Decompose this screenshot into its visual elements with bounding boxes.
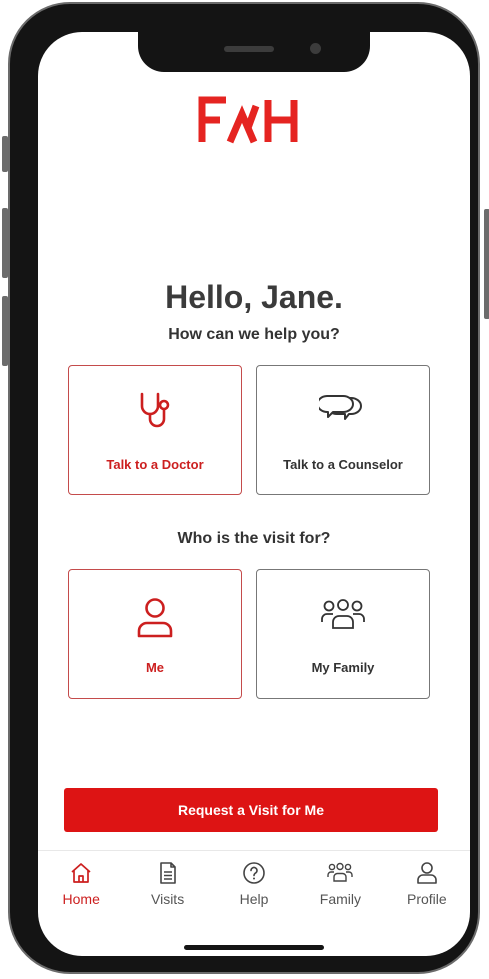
tab-visits[interactable]: Visits bbox=[124, 851, 210, 921]
talk-to-doctor-card[interactable]: Talk to a Doctor bbox=[68, 365, 242, 495]
me-card[interactable]: Me bbox=[68, 569, 242, 699]
group-icon bbox=[327, 862, 354, 882]
tab-family-label: Family bbox=[319, 891, 362, 907]
tab-profile[interactable]: Profile bbox=[384, 851, 470, 921]
visit-for-prompt: Who is the visit for? bbox=[177, 530, 331, 547]
tab-family[interactable]: Family bbox=[297, 851, 383, 921]
person-icon bbox=[137, 598, 173, 638]
tab-home[interactable]: Home bbox=[38, 851, 124, 921]
my-family-label: My Family bbox=[311, 660, 375, 675]
notch bbox=[138, 32, 370, 72]
tab-home-label: Home bbox=[62, 891, 100, 907]
greeting-heading: Hello, Jane. bbox=[165, 279, 343, 315]
tab-help[interactable]: Help bbox=[211, 851, 297, 921]
fah-logo bbox=[198, 96, 298, 144]
talk-to-counselor-label: Talk to a Counselor bbox=[283, 457, 403, 472]
speaker-grille bbox=[224, 46, 274, 52]
document-icon bbox=[159, 862, 176, 884]
home-icon bbox=[71, 863, 91, 883]
person-icon bbox=[417, 862, 437, 884]
talk-to-doctor-label: Talk to a Doctor bbox=[106, 457, 204, 472]
power-button bbox=[484, 209, 489, 319]
phone-frame: Hello, Jane. How can we help you? Talk t… bbox=[2, 2, 489, 974]
me-label: Me bbox=[145, 660, 165, 675]
volume-down-button bbox=[2, 296, 8, 366]
front-camera bbox=[310, 43, 321, 54]
talk-to-counselor-card[interactable]: Talk to a Counselor bbox=[256, 365, 430, 495]
silent-switch bbox=[2, 136, 8, 172]
tab-profile-label: Profile bbox=[406, 891, 447, 907]
app-screen: Hello, Jane. How can we help you? Talk t… bbox=[38, 32, 470, 956]
volume-up-button bbox=[2, 208, 8, 278]
chat-bubbles-icon bbox=[319, 395, 362, 420]
tab-help-label: Help bbox=[239, 891, 269, 907]
my-family-card[interactable]: My Family bbox=[256, 569, 430, 699]
question-circle-icon bbox=[243, 862, 265, 884]
help-prompt: How can we help you? bbox=[168, 326, 340, 343]
request-visit-button[interactable]: Request a Visit for Me bbox=[64, 788, 438, 832]
tab-visits-label: Visits bbox=[151, 891, 185, 907]
stethoscope-icon bbox=[140, 392, 170, 428]
bottom-tab-bar: Home Visits Help Family Profile bbox=[38, 850, 470, 921]
home-indicator[interactable] bbox=[184, 945, 324, 950]
group-icon bbox=[321, 599, 365, 629]
